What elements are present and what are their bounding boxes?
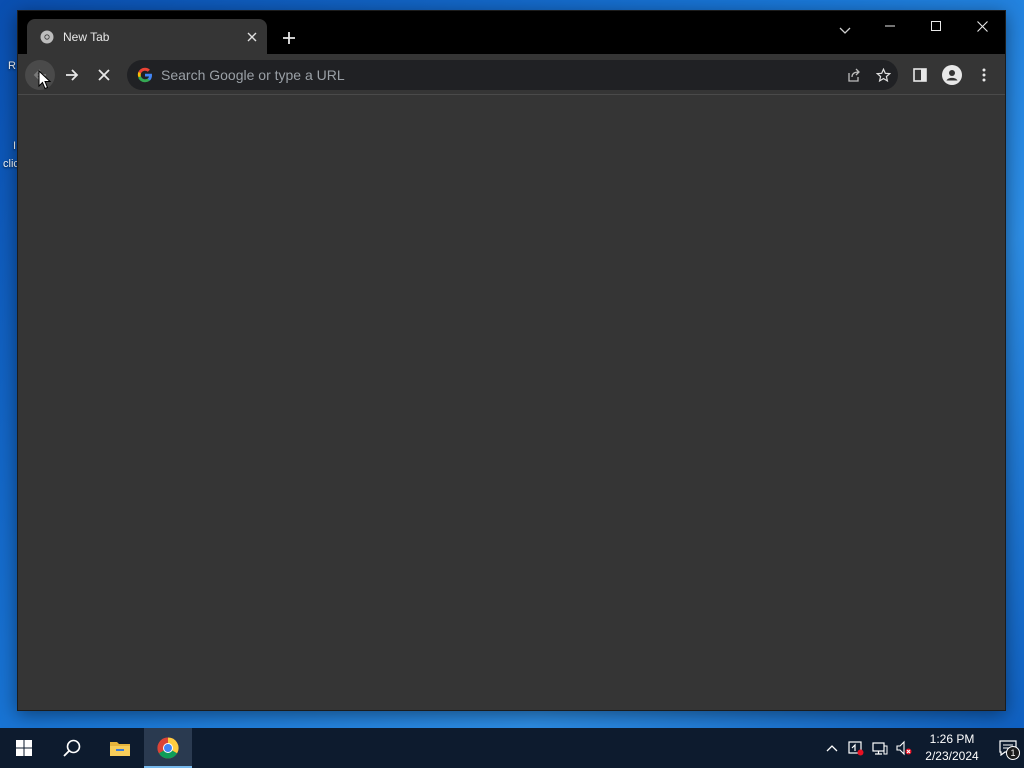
clock-date: 2/23/2024 — [925, 749, 979, 763]
chrome-icon — [39, 29, 55, 45]
close-window-button[interactable] — [959, 11, 1005, 41]
menu-kebab-icon[interactable] — [969, 60, 999, 90]
profile-avatar-icon[interactable] — [937, 60, 967, 90]
tab-strip: New Tab — [18, 11, 1005, 54]
windows-taskbar: 1:26 PM 2/23/2024 1 — [0, 728, 1024, 768]
maximize-button[interactable] — [913, 11, 959, 41]
security-alert-icon[interactable] — [844, 728, 868, 768]
taskbar-clock[interactable]: 1:26 PM 2/23/2024 — [920, 731, 984, 765]
notification-count-badge: 1 — [1006, 746, 1020, 760]
start-button[interactable] — [0, 728, 48, 768]
forward-button[interactable] — [57, 60, 87, 90]
browser-toolbar — [18, 54, 1005, 95]
desktop-icon-label-fragment: I — [13, 140, 17, 152]
tab-new-tab[interactable]: New Tab — [27, 19, 267, 54]
system-tray: 1:26 PM 2/23/2024 1 — [820, 728, 1024, 768]
tab-search-chevron-icon[interactable] — [830, 16, 860, 46]
address-input[interactable] — [161, 60, 838, 90]
new-tab-button[interactable] — [276, 25, 302, 51]
bookmark-star-icon[interactable] — [868, 60, 898, 90]
clock-time: 1:26 PM — [929, 732, 975, 746]
network-icon[interactable] — [868, 728, 892, 768]
chevron-up-icon[interactable] — [820, 728, 844, 768]
taskbar-search-button[interactable] — [48, 728, 96, 768]
desktop-icon-label-fragment: R — [8, 60, 16, 72]
page-content-area[interactable] — [18, 96, 1005, 710]
minimize-button[interactable] — [867, 11, 913, 41]
tab-title: New Tab — [63, 29, 110, 44]
google-icon — [136, 66, 154, 84]
stop-loading-button[interactable] — [89, 60, 119, 90]
side-panel-icon[interactable] — [905, 60, 935, 90]
chrome-window: New Tab — [17, 10, 1006, 711]
chrome-taskbar-button[interactable] — [144, 728, 192, 768]
address-bar[interactable] — [127, 60, 898, 90]
mouse-cursor-icon — [38, 69, 52, 90]
volume-muted-icon[interactable] — [892, 728, 916, 768]
share-icon[interactable] — [838, 60, 868, 90]
action-center-button[interactable]: 1 — [992, 728, 1024, 768]
window-controls — [867, 11, 1005, 43]
close-tab-icon[interactable] — [243, 28, 261, 46]
file-explorer-button[interactable] — [96, 728, 144, 768]
